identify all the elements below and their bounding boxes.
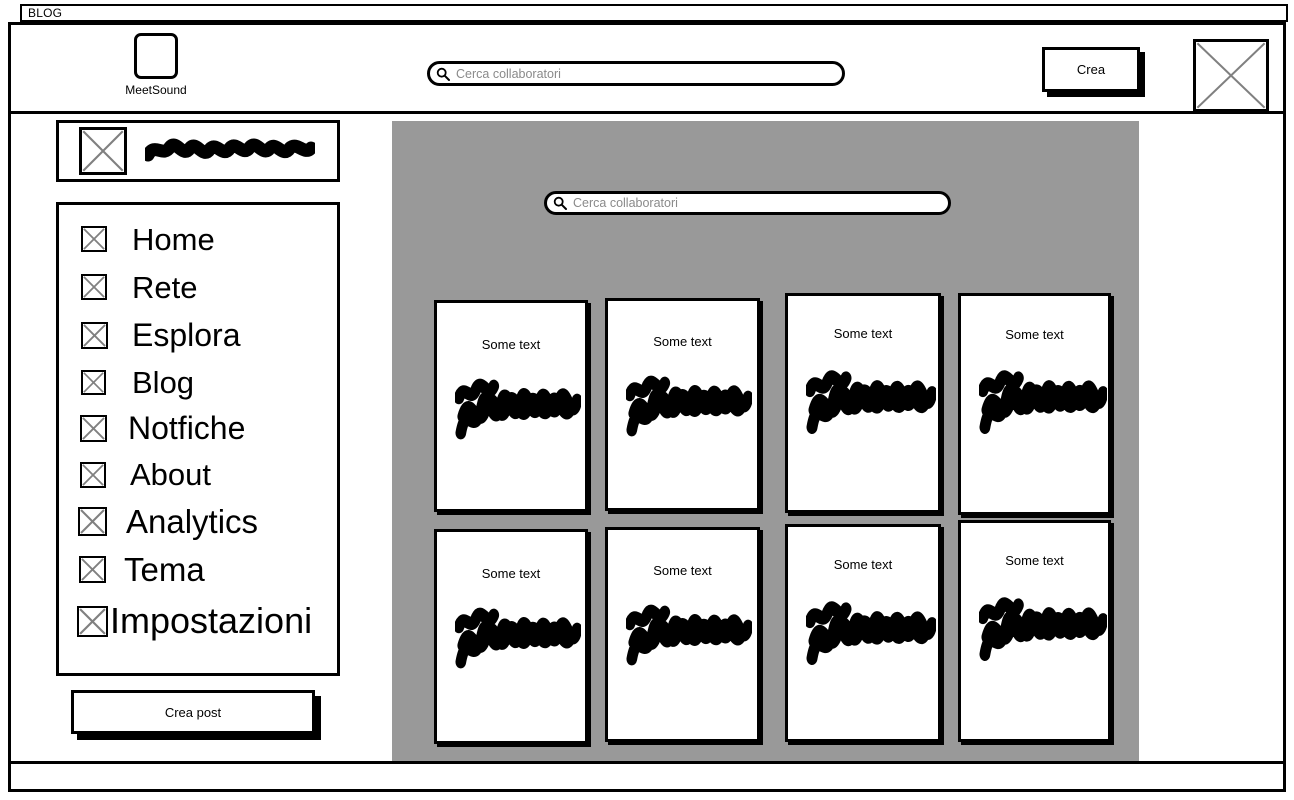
content-card-title: Some text bbox=[833, 326, 893, 341]
header-search-placeholder: Cerca collaboratori bbox=[456, 66, 561, 81]
sidebar-item-label: Analytics bbox=[126, 502, 259, 540]
sidebar-item-impostazioni[interactable]: Impostazioni bbox=[59, 594, 337, 648]
brand-logo[interactable]: MeetSound bbox=[116, 33, 196, 97]
content-card[interactable]: Some text bbox=[605, 298, 760, 511]
sidebar-item-notfiche[interactable]: Notfiche bbox=[59, 405, 337, 451]
app-header: MeetSound Cerca collaboratori Crea bbox=[11, 25, 1283, 114]
image-placeholder-icon bbox=[1196, 42, 1266, 109]
sidebar-item-tema[interactable]: Tema bbox=[59, 544, 337, 594]
sidebar-item-label: Rete bbox=[132, 269, 198, 305]
content-card-scribble bbox=[979, 356, 1107, 442]
search-icon bbox=[553, 196, 567, 210]
image-placeholder-icon bbox=[81, 321, 108, 349]
header-avatar-placeholder[interactable] bbox=[1193, 39, 1269, 112]
window-titlebar: BLOG bbox=[20, 4, 1288, 22]
wireframe-app: BLOG MeetSound Cerca collaboratori Crea bbox=[0, 0, 1294, 800]
image-placeholder-icon bbox=[81, 226, 107, 252]
content-card-title: Some text bbox=[481, 337, 541, 352]
create-post-button-label: Crea post bbox=[164, 704, 222, 720]
content-search-placeholder: Cerca collaboratori bbox=[573, 196, 678, 210]
sidebar-nav: Home Rete Esplora Blog Notfiche About Analytic… bbox=[56, 202, 340, 676]
content-card-title: Some text bbox=[1005, 327, 1064, 342]
image-placeholder-icon bbox=[82, 130, 124, 172]
content-card[interactable]: Some text bbox=[785, 293, 941, 513]
sidebar-item-blog[interactable]: Blog bbox=[59, 359, 337, 405]
profile-card[interactable] bbox=[56, 120, 340, 182]
create-button[interactable]: Crea bbox=[1042, 47, 1140, 92]
sidebar-item-about[interactable]: About bbox=[59, 451, 337, 498]
content-card[interactable]: Some text bbox=[605, 527, 760, 742]
image-placeholder-icon bbox=[81, 369, 106, 395]
content-card-title: Some text bbox=[833, 557, 893, 572]
sidebar-item-label: Home bbox=[132, 221, 215, 257]
search-icon bbox=[436, 67, 450, 81]
content-card-scribble bbox=[626, 591, 752, 673]
content-card-scribble bbox=[455, 594, 581, 676]
content-card[interactable]: Some text bbox=[958, 520, 1111, 742]
sidebar-item-analytics[interactable]: Analytics bbox=[59, 498, 337, 544]
sidebar-item-label: Tema bbox=[124, 550, 205, 588]
scribble-line-icon bbox=[145, 138, 315, 162]
content-search-input[interactable]: Cerca collaboratori bbox=[544, 191, 951, 215]
image-placeholder-icon bbox=[81, 274, 107, 300]
sidebar-item-home[interactable]: Home bbox=[59, 215, 337, 263]
content-card-scribble bbox=[626, 362, 752, 444]
sidebar-item-label: Impostazioni bbox=[110, 600, 313, 641]
create-button-label: Crea bbox=[1076, 62, 1106, 77]
header-search-input[interactable]: Cerca collaboratori bbox=[427, 61, 845, 86]
scribble-block-icon bbox=[979, 597, 1107, 662]
scribble-block-icon bbox=[806, 370, 936, 435]
content-card[interactable]: Some text bbox=[434, 529, 588, 744]
avatar bbox=[79, 127, 127, 175]
image-placeholder-icon bbox=[80, 414, 107, 442]
scribble-block-icon bbox=[979, 370, 1107, 435]
app-body: Home Rete Esplora Blog Notfiche About Analytic… bbox=[11, 114, 1283, 764]
image-placeholder-icon bbox=[78, 506, 107, 536]
content-card-title: Some text bbox=[653, 334, 712, 349]
sidebar-item-rete[interactable]: Rete bbox=[59, 263, 337, 311]
content-card-title: Some text bbox=[481, 566, 541, 581]
sidebar-item-label: About bbox=[130, 457, 212, 492]
sidebar-item-label: Blog bbox=[132, 364, 195, 400]
create-post-button[interactable]: Crea post bbox=[71, 690, 315, 734]
scribble-block-icon bbox=[455, 378, 581, 440]
logo-box-icon bbox=[134, 33, 178, 79]
sidebar-item-label: Esplora bbox=[132, 317, 241, 353]
content-card[interactable]: Some text bbox=[785, 524, 941, 742]
scribble-block-icon bbox=[806, 601, 936, 666]
content-card-scribble bbox=[806, 587, 936, 673]
window-title: BLOG bbox=[28, 6, 63, 20]
content-card-scribble bbox=[979, 583, 1107, 669]
scribble-block-icon bbox=[626, 604, 752, 666]
brand-name: MeetSound bbox=[125, 83, 187, 97]
app-window: MeetSound Cerca collaboratori Crea Home … bbox=[8, 22, 1286, 792]
profile-name-scribble bbox=[145, 136, 315, 166]
content-panel: Cerca collaboratori Some text Some text So… bbox=[392, 121, 1139, 764]
content-card-title: Some text bbox=[1005, 553, 1064, 568]
sidebar-item-esplora[interactable]: Esplora bbox=[59, 311, 337, 359]
image-placeholder-icon bbox=[79, 555, 106, 583]
footer-bar bbox=[11, 761, 1283, 789]
image-placeholder-icon bbox=[77, 605, 108, 637]
content-card[interactable]: Some text bbox=[434, 300, 588, 512]
content-card[interactable]: Some text bbox=[958, 293, 1111, 515]
sidebar-item-label: Notfiche bbox=[128, 410, 246, 446]
content-card-scribble bbox=[455, 365, 581, 447]
image-placeholder-icon bbox=[80, 461, 106, 488]
content-card-scribble bbox=[806, 356, 936, 442]
scribble-block-icon bbox=[626, 375, 752, 437]
sidebar: Home Rete Esplora Blog Notfiche About Analytic… bbox=[11, 114, 392, 764]
content-card-title: Some text bbox=[653, 563, 712, 578]
scribble-block-icon bbox=[455, 607, 581, 669]
